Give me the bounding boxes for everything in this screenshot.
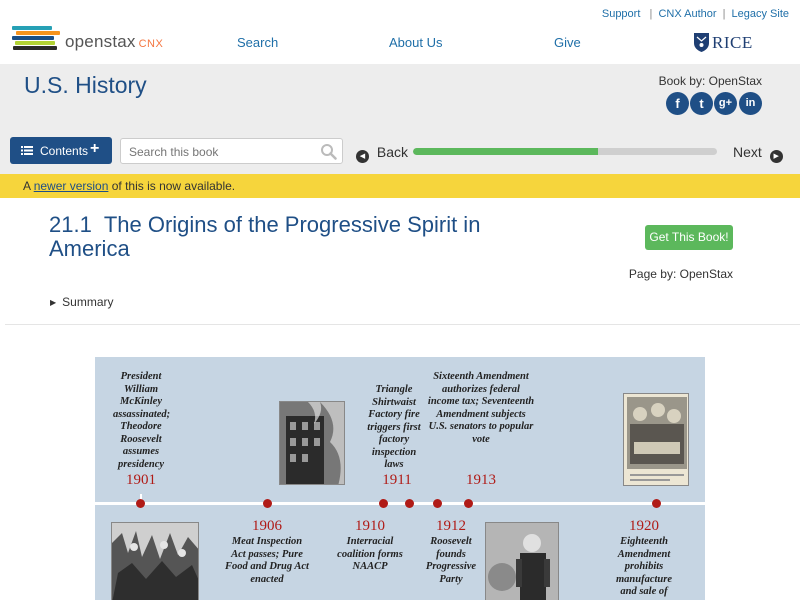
- summary-toggle[interactable]: ▶ Summary: [50, 295, 114, 309]
- rice-logo[interactable]: RICE: [694, 32, 754, 54]
- contents-button[interactable]: Contents +: [10, 137, 112, 164]
- timeline-caption-1912: Roosevelt founds Progressive Party: [425, 536, 477, 585]
- search-input[interactable]: [129, 143, 314, 160]
- chevron-right-icon: ▶: [769, 150, 783, 163]
- openstax-logo-icon: [12, 26, 60, 54]
- timeline-year-1906: 1906: [252, 518, 282, 534]
- legacy-site-link[interactable]: Legacy Site: [732, 8, 789, 20]
- timeline-dot-1901: [136, 499, 145, 508]
- timeline-caption-1901: President William McKinley assassinated;…: [113, 371, 171, 470]
- linkedin-icon[interactable]: in: [739, 92, 762, 115]
- back-button[interactable]: ◀ Back: [356, 144, 408, 163]
- timeline-caption-1910: Interracial coalition forms NAACP: [337, 536, 403, 572]
- openstax-cnx-logo[interactable]: openstax CNX: [12, 26, 172, 56]
- timeline-year-1911: 1911: [382, 472, 412, 488]
- facebook-icon[interactable]: f: [666, 92, 689, 115]
- timeline-year-1920: 1920: [629, 518, 659, 534]
- timeline-caption-1911: Triangle Shirtwaist Factory fire trigger…: [367, 384, 421, 470]
- get-this-book-button[interactable]: Get This Book!: [645, 225, 733, 250]
- cnx-author-link[interactable]: CNX Author: [658, 8, 716, 20]
- timeline-year-1913: 1913: [466, 472, 496, 488]
- logo-wordmark: openstax CNX: [65, 32, 164, 51]
- timeline-dot-1906: [263, 499, 272, 508]
- plus-icon: +: [90, 140, 100, 157]
- rice-shield-icon: [694, 33, 709, 52]
- twitter-icon[interactable]: t: [690, 92, 713, 115]
- page-title: 21.1 The Origins of the Progressive Spiri…: [49, 213, 509, 261]
- senators-photo: [623, 393, 689, 486]
- timeline-year-1910: 1910: [355, 518, 385, 534]
- support-link[interactable]: Support: [602, 8, 641, 20]
- link-separator: |: [722, 8, 726, 20]
- nav-search[interactable]: Search: [237, 35, 278, 50]
- list-icon: [21, 146, 33, 155]
- section-number: 21.1: [49, 212, 92, 237]
- site-header: openstax CNX Support | CNX Author | Legac…: [0, 0, 800, 64]
- book-progress-bar: [413, 148, 717, 155]
- timeline-axis: [95, 502, 705, 505]
- nav-give[interactable]: Give: [554, 35, 581, 50]
- mckinley-photo: [111, 522, 199, 600]
- timeline-caption-1920: Eighteenth Amendment prohibits manufactu…: [615, 536, 672, 597]
- book-author: Book by: OpenStax: [658, 74, 762, 88]
- book-title[interactable]: U.S. History: [24, 72, 147, 99]
- triangle-fire-photo: [279, 401, 345, 485]
- chevron-left-icon: ◀: [356, 150, 369, 163]
- roosevelt-photo: [485, 522, 559, 600]
- search-box: [120, 138, 343, 164]
- next-label: Next: [733, 144, 762, 160]
- timeline-dot-1920: [652, 499, 661, 508]
- timeline-caption-1906: Meat Inspection Act passes; Pure Food an…: [225, 536, 309, 585]
- newer-version-link[interactable]: newer version: [34, 179, 109, 193]
- timeline-dot-1911: [405, 499, 414, 508]
- nav-about-us[interactable]: About Us: [389, 35, 442, 50]
- google-plus-icon[interactable]: g+: [714, 92, 737, 115]
- link-separator: |: [646, 8, 653, 20]
- timeline-dot-1913: [464, 499, 473, 508]
- timeline-caption-1913: Sixteenth Amendment authorizes federal i…: [427, 371, 535, 445]
- divider: [5, 324, 800, 325]
- next-button[interactable]: Next ▶: [733, 144, 783, 163]
- search-icon[interactable]: [320, 143, 337, 160]
- timeline-dot-1910: [379, 499, 388, 508]
- timeline-year-1901: 1901: [126, 472, 156, 488]
- timeline-figure: President William McKinley assassinated;…: [95, 357, 705, 600]
- back-label: Back: [376, 144, 409, 160]
- progress-fill: [413, 148, 599, 155]
- timeline-dot-1912: [433, 499, 442, 508]
- page-author: Page by: OpenStax: [628, 267, 733, 281]
- summary-label: Summary: [62, 295, 114, 309]
- section-title: The Origins of the Progressive Spirit in…: [49, 212, 481, 261]
- utility-links: Support | CNX Author | Legacy Site: [602, 8, 789, 20]
- contents-label: Contents: [40, 144, 89, 158]
- timeline-year-1912: 1912: [436, 518, 466, 534]
- caret-right-icon: ▶: [50, 298, 57, 307]
- newer-version-notice: A newer version of this is now available…: [0, 174, 800, 198]
